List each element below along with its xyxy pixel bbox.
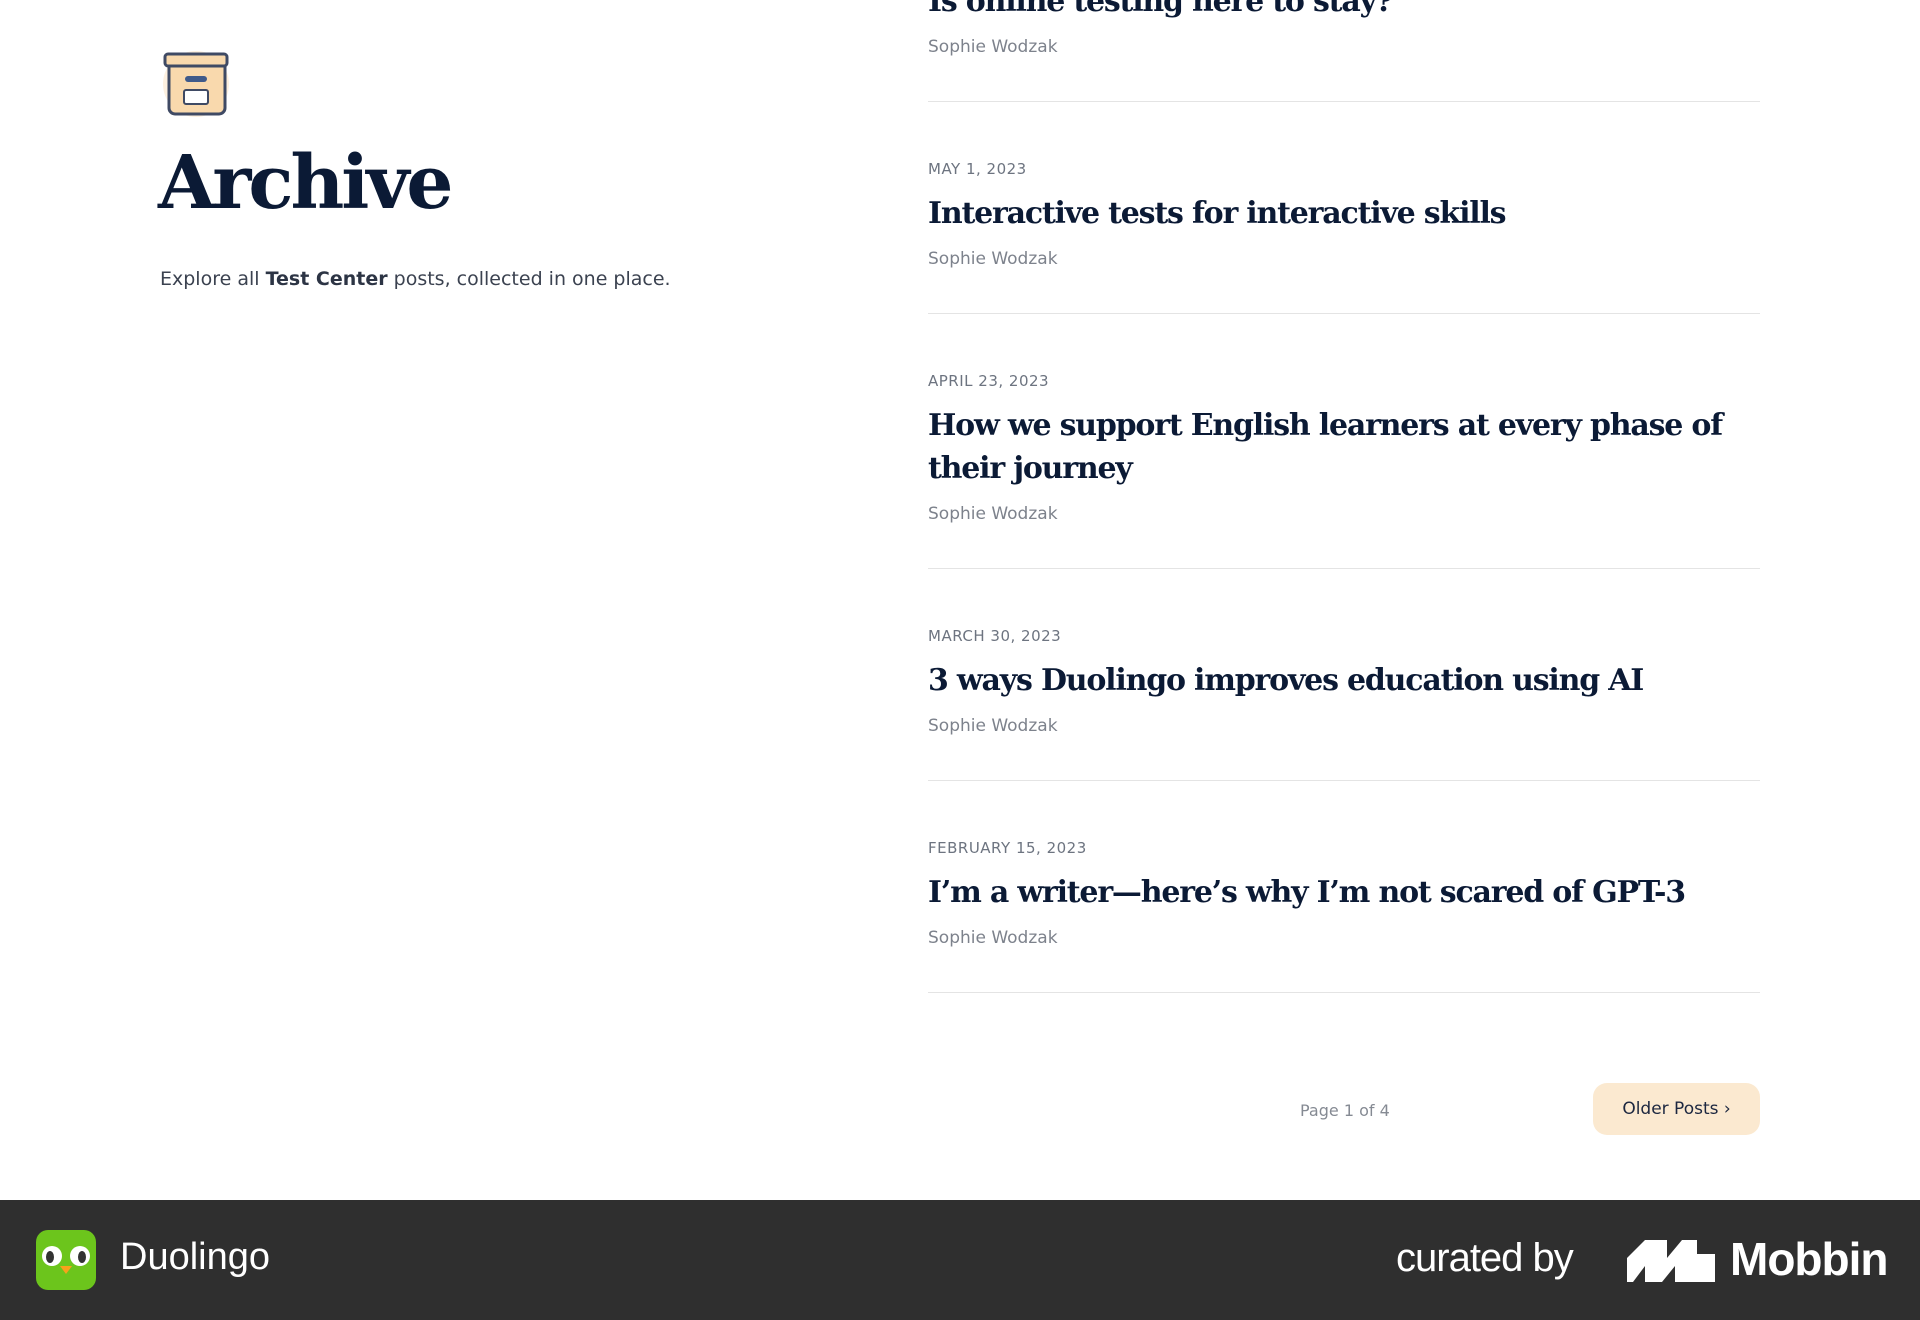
post-item[interactable]: MARCH 30, 2023 3 ways Duolingo improves …	[928, 569, 1760, 781]
post-title[interactable]: Is online testing here to stay?	[928, 0, 1760, 23]
post-author: Sophie Wodzak	[928, 716, 1058, 736]
app-name: Duolingo	[120, 1236, 270, 1278]
mobbin-brand: Mobbin	[1730, 1233, 1888, 1285]
post-date: FEBRUARY 15, 2023	[928, 839, 1087, 857]
post-item[interactable]: APRIL 23, 2023 How we support English le…	[928, 314, 1760, 569]
post-date: MAY 1, 2023	[928, 160, 1027, 178]
desc-text: Explore all	[160, 268, 266, 290]
mobbin-logo-icon	[1627, 1240, 1717, 1286]
older-posts-button[interactable]: Older Posts ›	[1593, 1083, 1760, 1135]
post-author: Sophie Wodzak	[928, 249, 1058, 269]
desc-text: posts, collected in one place.	[387, 268, 671, 290]
post-date: MARCH 30, 2023	[928, 627, 1062, 645]
post-author: Sophie Wodzak	[928, 37, 1058, 57]
post-date: APRIL 23, 2023	[928, 372, 1050, 390]
page-indicator: Page 1 of 4	[1300, 1101, 1390, 1120]
post-list: Is online testing here to stay? Sophie W…	[928, 0, 1760, 993]
curated-by-label: curated by	[1396, 1236, 1574, 1280]
duolingo-owl-icon	[36, 1230, 96, 1290]
post-author: Sophie Wodzak	[928, 504, 1058, 524]
post-title[interactable]: How we support English learners at every…	[928, 404, 1760, 490]
page-title: Archive	[158, 140, 453, 226]
page-description: Explore all Test Center posts, collected…	[160, 268, 671, 290]
post-title[interactable]: 3 ways Duolingo improves education using…	[928, 659, 1760, 702]
post-item[interactable]: FEBRUARY 15, 2023 I’m a writer—here’s wh…	[928, 781, 1760, 993]
post-item[interactable]: MAY 1, 2023 Interactive tests for intera…	[928, 102, 1760, 314]
archive-box-icon	[160, 44, 234, 118]
desc-bold: Test Center	[265, 268, 388, 290]
post-item[interactable]: Is online testing here to stay? Sophie W…	[928, 0, 1760, 102]
footer: Duolingo curated by Mobbin	[0, 1200, 1920, 1320]
post-author: Sophie Wodzak	[928, 928, 1058, 948]
post-title[interactable]: Interactive tests for interactive skills	[928, 192, 1760, 235]
post-title[interactable]: I’m a writer—here’s why I’m not scared o…	[928, 871, 1760, 914]
